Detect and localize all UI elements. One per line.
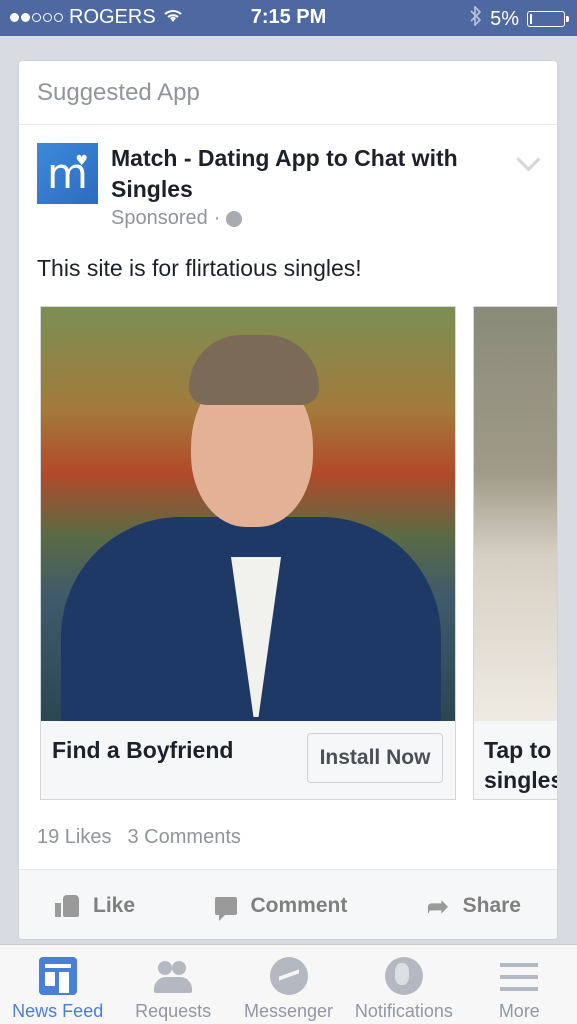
status-bar: ROGERS 7:15 PM 5% [0, 0, 577, 36]
bluetooth-icon [470, 5, 482, 32]
friend-requests-icon [154, 957, 193, 995]
bottom-tab-bar: News Feed Requests Messenger Notificatio… [0, 944, 577, 1024]
menu-icon [500, 957, 539, 995]
comment-label: Comment [250, 893, 348, 917]
tab-label: Requests [135, 1001, 212, 1021]
battery-percent: 5% [490, 7, 519, 30]
install-now-button[interactable]: Install Now [307, 733, 443, 783]
card-header: Suggested App [19, 61, 557, 125]
app-title[interactable]: Match - Dating App to Chat with Singles [111, 143, 471, 205]
carousel-item[interactable]: Tap to view of singles [473, 306, 558, 800]
share-arrow-icon: ➦ [426, 890, 449, 921]
news-feed-icon [38, 957, 77, 995]
battery-icon [527, 11, 569, 27]
tab-notifications[interactable]: Notifications [346, 945, 461, 1024]
sponsored-text: Sponsored [111, 207, 208, 229]
tab-requests[interactable]: Requests [115, 945, 230, 1024]
ad-photo[interactable] [474, 307, 557, 721]
thumbs-up-icon [55, 894, 79, 917]
tab-more[interactable]: More [462, 945, 577, 1024]
globe-icon [226, 210, 243, 227]
tab-label: More [498, 1001, 540, 1021]
tab-news-feed[interactable]: News Feed [0, 945, 115, 1024]
tab-label: Messenger [243, 1001, 334, 1021]
globe-icon [384, 957, 423, 995]
like-label: Like [93, 893, 136, 917]
comments-count[interactable]: 3 Comments [128, 826, 241, 849]
share-button[interactable]: ➦ Share [427, 893, 521, 919]
comment-button[interactable]: Comment [214, 893, 348, 921]
post-message: This site is for flirtatious singles! [37, 255, 362, 281]
suggested-app-card: Suggested App m ♥ Match - Dating App to C… [18, 60, 558, 940]
post-stats: 19 Likes 3 Comments [37, 826, 241, 849]
comment-icon [214, 896, 237, 921]
carousel-caption: Tap to view of singles [484, 737, 558, 793]
messenger-icon [269, 957, 308, 995]
tab-messenger[interactable]: Messenger [231, 945, 346, 1024]
likes-count[interactable]: 19 Likes [37, 826, 112, 849]
ad-photo[interactable] [41, 307, 455, 721]
carousel-caption-area: Tap to view of singles [474, 721, 558, 799]
tab-label: News Feed [12, 1001, 104, 1021]
match-app-logo[interactable]: m ♥ [37, 143, 98, 204]
heart-icon: ♥ [75, 153, 88, 169]
tab-label: Notifications [354, 1001, 453, 1021]
status-right: 5% [470, 5, 569, 32]
chevron-down-icon[interactable] [516, 147, 541, 172]
carousel-caption-area: Find a Boyfriend Install Now [41, 721, 455, 799]
share-label: Share [462, 893, 521, 917]
post-actions: Like Comment ➦ Share [19, 869, 557, 939]
like-button[interactable]: Like [55, 894, 135, 918]
carousel-caption: Find a Boyfriend [52, 737, 234, 763]
carousel-item[interactable]: Find a Boyfriend Install Now [40, 306, 456, 800]
sponsored-label: Sponsored · [111, 207, 243, 230]
